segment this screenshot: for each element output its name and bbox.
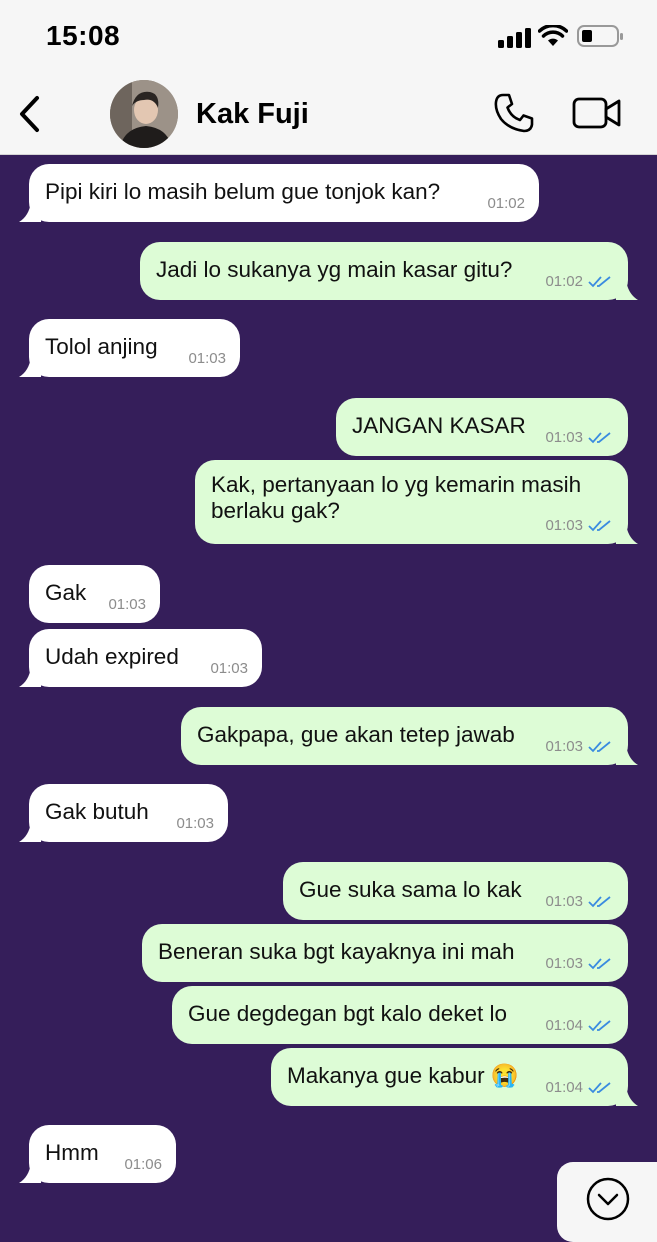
message-meta: 01:04 [545, 1017, 612, 1034]
message-time: 01:02 [545, 273, 583, 290]
message-time: 01:03 [176, 815, 214, 832]
wifi-icon [538, 25, 568, 46]
scroll-to-bottom-button[interactable] [557, 1162, 657, 1242]
message-meta: 01:02 [545, 273, 612, 290]
message-incoming[interactable]: Hmm 01:06 [19, 1125, 176, 1183]
message-meta: 01:03 [188, 350, 226, 367]
bubble-tail [616, 745, 638, 765]
read-ticks-icon [588, 431, 611, 443]
message-meta: 01:02 [487, 195, 525, 212]
message-outgoing[interactable]: JANGAN KASAR 01:03 [336, 398, 628, 456]
message-text: Beneran suka bgt kayaknya ini mah [158, 939, 515, 964]
message-meta: 01:03 [545, 893, 612, 910]
message-meta: 01:03 [210, 660, 248, 677]
message-time: 01:04 [545, 1017, 583, 1034]
message-meta: 01:03 [545, 517, 612, 534]
bubble-tail [19, 357, 41, 377]
message-time: 01:03 [545, 955, 583, 972]
message-text: Tolol anjing [45, 334, 158, 359]
message-text: Gak butuh [45, 799, 149, 824]
message-meta: 01:03 [545, 955, 612, 972]
bubble-tail [19, 202, 41, 222]
message-incoming[interactable]: Tolol anjing 01:03 [19, 319, 240, 377]
message-text: Makanya gue kabur 😭 [287, 1063, 519, 1088]
message-meta: 01:03 [108, 596, 146, 613]
message-time: 01:03 [108, 596, 146, 613]
message-outgoing[interactable]: Gue degdegan bgt kalo deket lo 01:04 [172, 986, 628, 1044]
contact-name[interactable]: Kak Fuji [196, 98, 309, 131]
message-incoming[interactable]: Gak butuh 01:03 [19, 784, 228, 842]
status-bar: 15:08 [0, 0, 657, 72]
bubble-tail [19, 822, 41, 842]
message-text: Pipi kiri lo masih belum gue tonjok kan? [45, 179, 441, 204]
message-meta: 01:03 [545, 429, 612, 446]
message-text: Gue suka sama lo kak [299, 877, 522, 902]
chevron-down-icon [586, 1177, 630, 1221]
message-outgoing[interactable]: Gakpapa, gue akan tetep jawab 01:03 [181, 707, 638, 765]
battery-icon [577, 25, 623, 47]
message-time: 01:03 [545, 738, 583, 755]
message-incoming[interactable]: Udah expired 01:03 [19, 629, 262, 687]
message-text: Gue degdegan bgt kalo deket lo [188, 1001, 507, 1026]
message-time: 01:03 [545, 517, 583, 534]
message-meta: 01:03 [176, 815, 214, 832]
message-text: JANGAN KASAR [352, 413, 526, 438]
message-time: 01:03 [188, 350, 226, 367]
bubble-tail [616, 280, 638, 300]
message-text: Gakpapa, gue akan tetep jawab [197, 722, 515, 747]
message-meta: 01:03 [545, 738, 612, 755]
message-outgoing[interactable]: Gue suka sama lo kak 01:03 [283, 862, 628, 920]
read-ticks-icon [588, 740, 611, 752]
message-time: 01:02 [487, 195, 525, 212]
read-ticks-icon [588, 895, 611, 907]
read-ticks-icon [588, 957, 611, 969]
message-outgoing[interactable]: Jadi lo sukanya yg main kasar gitu? 01:0… [140, 242, 638, 300]
bubble-tail [19, 667, 41, 687]
read-ticks-icon [588, 1081, 611, 1093]
message-text: Jadi lo sukanya yg main kasar gitu? [156, 257, 513, 282]
message-time: 01:04 [545, 1079, 583, 1096]
read-ticks-icon [588, 519, 611, 531]
message-time: 01:06 [124, 1156, 162, 1173]
chat-header: Kak Fuji [0, 72, 657, 155]
avatar[interactable] [110, 80, 178, 148]
video-camera-icon[interactable] [572, 96, 622, 130]
message-incoming[interactable]: Pipi kiri lo masih belum gue tonjok kan?… [19, 164, 539, 222]
bubble-tail [19, 1163, 41, 1183]
message-meta: 01:04 [545, 1079, 612, 1096]
signal-icon [498, 28, 531, 48]
read-ticks-icon [588, 275, 611, 287]
message-outgoing[interactable]: Makanya gue kabur 😭 01:04 [271, 1048, 638, 1106]
message-time: 01:03 [545, 893, 583, 910]
bubble-tail [616, 524, 638, 544]
message-meta: 01:06 [124, 1156, 162, 1173]
back-chevron-icon[interactable] [16, 94, 42, 134]
bubble-tail [616, 1086, 638, 1106]
message-text: Udah expired [45, 644, 179, 669]
message-text: Hmm [45, 1140, 99, 1165]
phone-icon[interactable] [493, 92, 535, 134]
message-time: 01:03 [545, 429, 583, 446]
read-ticks-icon [588, 1019, 611, 1031]
chat-messages[interactable]: Pipi kiri lo masih belum gue tonjok kan?… [0, 155, 657, 1200]
message-incoming[interactable]: Gak 01:03 [29, 565, 160, 623]
message-outgoing[interactable]: Beneran suka bgt kayaknya ini mah 01:03 [142, 924, 628, 982]
message-outgoing[interactable]: Kak, pertanyaan lo yg kemarin masih berl… [195, 460, 638, 544]
message-time: 01:03 [210, 660, 248, 677]
status-time: 15:08 [46, 20, 121, 51]
message-text: Gak [45, 580, 87, 605]
